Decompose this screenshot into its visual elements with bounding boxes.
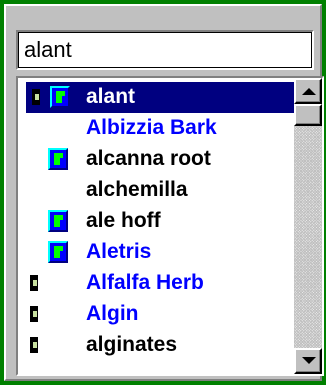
list-item-label: ale hoff [86,209,161,232]
results-listbox[interactable]: alant Albizzia Bark alcanna root alchemi… [16,76,324,376]
document-icon [30,275,38,291]
scroll-down-button[interactable] [294,348,322,374]
list-item-label: alant [86,85,136,108]
document-icon [32,89,40,105]
list-item[interactable]: alginates [24,330,294,361]
scroll-thumb[interactable] [294,104,322,126]
list-item-label: Algin [86,302,139,325]
list-item[interactable]: Alfalfa Herb [24,268,294,299]
flag-icon [48,241,68,263]
scroll-up-button[interactable] [294,78,322,104]
list-item[interactable]: Albizzia Bark [24,113,294,144]
flag-icon [50,86,70,108]
list-item[interactable]: ale hoff [24,206,294,237]
list-item[interactable]: alchemilla [24,175,294,206]
list-item[interactable]: Aletris [24,237,294,268]
document-icon [30,306,38,322]
list-item-label: Alfalfa Herb [86,271,204,294]
flag-icon [48,148,68,170]
list-item[interactable]: Algin [24,299,294,330]
list-item[interactable]: alant [26,82,294,113]
document-icon [30,337,38,353]
results-list: alant Albizzia Bark alcanna root alchemi… [24,80,294,374]
list-item-label: Albizzia Bark [86,116,217,139]
list-item-label: alcanna root [86,147,211,170]
vertical-scrollbar[interactable] [294,78,322,374]
flag-icon [48,210,68,232]
arrow-down-icon [302,357,316,364]
list-item-label: Aletris [86,240,152,263]
list-item-label: alchemilla [86,178,188,201]
search-input[interactable]: alant [16,30,314,70]
list-item-label: alginates [86,333,178,356]
list-item[interactable]: alcanna root [24,144,294,175]
arrow-up-icon [302,88,316,95]
lookup-panel: alant alant Albizzia Bark alcanna root a… [4,4,324,381]
